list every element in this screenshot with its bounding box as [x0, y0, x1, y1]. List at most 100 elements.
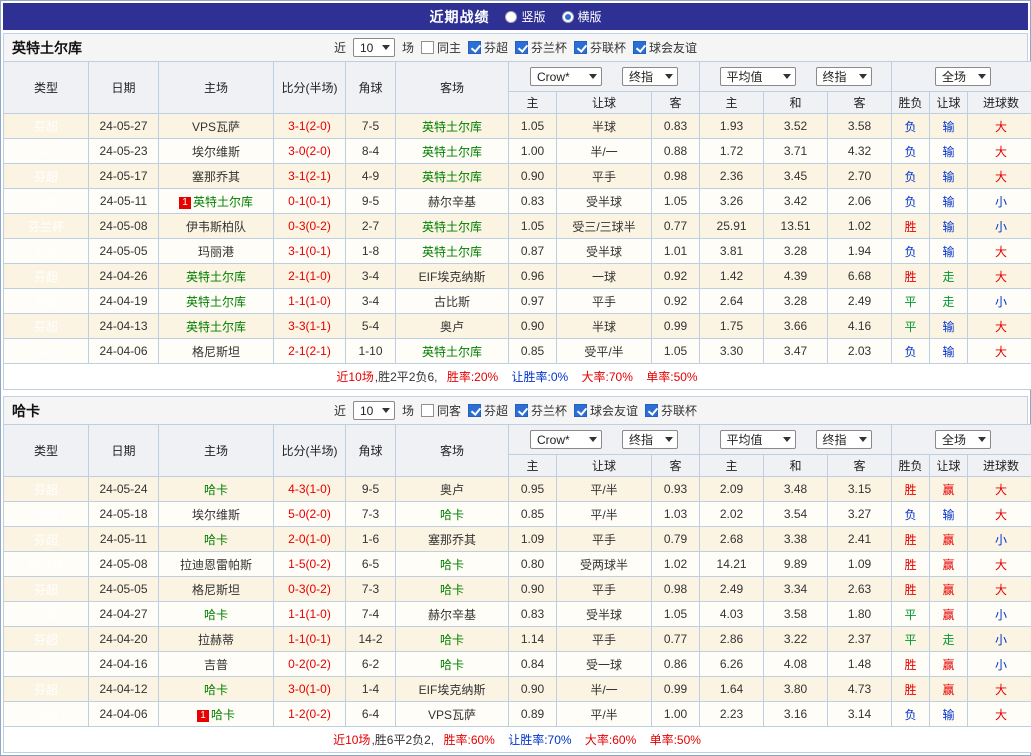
team-link[interactable]: 塞那乔其 — [428, 533, 476, 547]
cell-handicap-result: 输 — [930, 164, 968, 189]
team-link[interactable]: 英特土尔库 — [186, 320, 246, 334]
odds-company-select[interactable]: Crow* — [530, 430, 602, 449]
matches-table: 类型 日期 主场 比分(半场) 角球 客场 Crow* 终指 平均值 — [3, 61, 1031, 390]
competition-checkbox-1[interactable]: 芬超 — [468, 39, 508, 56]
col-type: 类型 — [4, 62, 89, 114]
cell-asian-handicap: 受三/三球半 — [557, 214, 652, 239]
final-odds-select[interactable]: 终指 — [816, 67, 872, 86]
cell-match-result: 负 — [892, 139, 930, 164]
games-count-select[interactable]: 10 — [353, 38, 395, 57]
cell-euro-away-odds: 2.06 — [828, 189, 892, 214]
cell-away-team: 赫尔辛基 — [396, 602, 509, 627]
games-count-select[interactable]: 10 — [353, 401, 395, 420]
team-link[interactable]: 格尼斯坦 — [192, 345, 240, 359]
team-link[interactable]: 拉赫蒂 — [198, 633, 234, 647]
team-link[interactable]: 英特土尔库 — [186, 270, 246, 284]
checkbox-checked-icon[interactable] — [515, 404, 528, 417]
average-odds-select[interactable]: 平均值 — [720, 430, 796, 449]
cell-home-team: 1英特土尔库 — [159, 189, 274, 214]
odds-company-select[interactable]: Crow* — [530, 67, 602, 86]
team-link[interactable]: 英特土尔库 — [422, 345, 482, 359]
team-link[interactable]: 哈卡 — [204, 533, 228, 547]
cell-away-team: 古比斯 — [396, 289, 509, 314]
team-link[interactable]: 奥卢 — [440, 320, 464, 334]
filter-bar: 近 10 场 同客 芬超 芬兰杯 球会友谊 芬联杯 — [334, 401, 697, 420]
checkbox-unchecked-icon[interactable] — [421, 404, 434, 417]
cell-league-type: 芬超 — [4, 339, 89, 364]
team-link[interactable]: 格尼斯坦 — [192, 583, 240, 597]
fulltime-select[interactable]: 全场 — [935, 67, 991, 86]
team-link[interactable]: 哈卡 — [211, 708, 235, 722]
checkbox-checked-icon[interactable] — [468, 41, 481, 54]
cell-euro-away-odds: 2.70 — [828, 164, 892, 189]
match-row: 芬超24-04-20拉赫蒂1-1(0-1)14-2哈卡1.14平手0.772.8… — [4, 627, 1031, 652]
cell-home-team: VPS瓦萨 — [159, 114, 274, 139]
team-link[interactable]: 奥卢 — [440, 483, 464, 497]
checkbox-checked-icon[interactable] — [574, 41, 587, 54]
cell-match-result: 负 — [892, 502, 930, 527]
team-link[interactable]: 古比斯 — [434, 295, 470, 309]
team-link[interactable]: 赫尔辛基 — [428, 195, 476, 209]
cell-home-team: 格尼斯坦 — [159, 339, 274, 364]
competition-checkbox-4[interactable]: 芬联杯 — [645, 402, 697, 419]
team-link[interactable]: 吉普 — [204, 658, 228, 672]
competition-checkbox-1[interactable]: 芬超 — [468, 402, 508, 419]
team-link[interactable]: 玛丽港 — [198, 245, 234, 259]
team-link[interactable]: VPS瓦萨 — [192, 120, 240, 134]
team-link[interactable]: 英特土尔库 — [186, 295, 246, 309]
competition-checkbox-3[interactable]: 球会友谊 — [574, 402, 638, 419]
same-venue-checkbox[interactable]: 同主 — [421, 39, 461, 56]
team-link[interactable]: 哈卡 — [204, 483, 228, 497]
team-link[interactable]: 哈卡 — [440, 658, 464, 672]
team-link[interactable]: EIF埃克纳斯 — [419, 683, 486, 697]
match-row: 芬超24-05-17塞那乔其3-1(2-1)4-9英特土尔库0.90平手0.98… — [4, 164, 1031, 189]
competition-checkbox-4[interactable]: 球会友谊 — [633, 39, 697, 56]
team-link[interactable]: 哈卡 — [440, 558, 464, 572]
team-link[interactable]: 英特土尔库 — [422, 145, 482, 159]
checkbox-checked-icon[interactable] — [574, 404, 587, 417]
team-link[interactable]: 哈卡 — [440, 508, 464, 522]
team-link[interactable]: 塞那乔其 — [192, 170, 240, 184]
checkbox-checked-icon[interactable] — [468, 404, 481, 417]
checkbox-unchecked-icon[interactable] — [421, 41, 434, 54]
team-link[interactable]: 埃尔维斯 — [192, 145, 240, 159]
team-link[interactable]: 伊韦斯柏队 — [186, 220, 246, 234]
cell-asian-home-odds: 1.00 — [509, 139, 557, 164]
same-venue-checkbox[interactable]: 同客 — [421, 402, 461, 419]
cell-asian-away-odds: 1.00 — [652, 702, 700, 727]
team-link[interactable]: 埃尔维斯 — [192, 508, 240, 522]
checkbox-checked-icon[interactable] — [633, 41, 646, 54]
team-link[interactable]: 英特土尔库 — [422, 220, 482, 234]
radio-vertical-layout[interactable]: 竖版 — [505, 8, 545, 25]
competition-label: 芬兰杯 — [531, 402, 567, 419]
matches-body: 芬超24-05-27VPS瓦萨3-1(2-0)7-5英特土尔库1.05半球0.8… — [4, 114, 1031, 364]
competition-checkbox-3[interactable]: 芬联杯 — [574, 39, 626, 56]
radio-horizontal-layout[interactable]: 横版 — [562, 8, 602, 25]
final-odds-select[interactable]: 终指 — [816, 430, 872, 449]
team-link[interactable]: EIF埃克纳斯 — [419, 270, 486, 284]
cell-euro-draw-odds: 4.39 — [764, 264, 828, 289]
team-link[interactable]: 拉迪恩雷帕斯 — [180, 558, 252, 572]
competition-checkbox-2[interactable]: 芬兰杯 — [515, 402, 567, 419]
cell-score: 0-2(0-2) — [274, 652, 346, 677]
average-odds-select[interactable]: 平均值 — [720, 67, 796, 86]
radio-unselected-icon[interactable] — [505, 11, 517, 23]
final-odds-select[interactable]: 终指 — [622, 67, 678, 86]
team-link[interactable]: 英特土尔库 — [422, 245, 482, 259]
fulltime-select[interactable]: 全场 — [935, 430, 991, 449]
team-link[interactable]: 英特土尔库 — [422, 120, 482, 134]
team-link[interactable]: 哈卡 — [204, 608, 228, 622]
team-link[interactable]: 哈卡 — [440, 633, 464, 647]
team-link[interactable]: 赫尔辛基 — [428, 608, 476, 622]
team-link[interactable]: 哈卡 — [204, 683, 228, 697]
team-link[interactable]: VPS瓦萨 — [428, 708, 476, 722]
cell-date: 24-04-06 — [89, 339, 159, 364]
team-link[interactable]: 哈卡 — [440, 583, 464, 597]
checkbox-checked-icon[interactable] — [645, 404, 658, 417]
team-link[interactable]: 英特土尔库 — [193, 195, 253, 209]
competition-checkbox-2[interactable]: 芬兰杯 — [515, 39, 567, 56]
radio-selected-icon[interactable] — [562, 11, 574, 23]
final-odds-select[interactable]: 终指 — [622, 430, 678, 449]
checkbox-checked-icon[interactable] — [515, 41, 528, 54]
team-link[interactable]: 英特土尔库 — [422, 170, 482, 184]
